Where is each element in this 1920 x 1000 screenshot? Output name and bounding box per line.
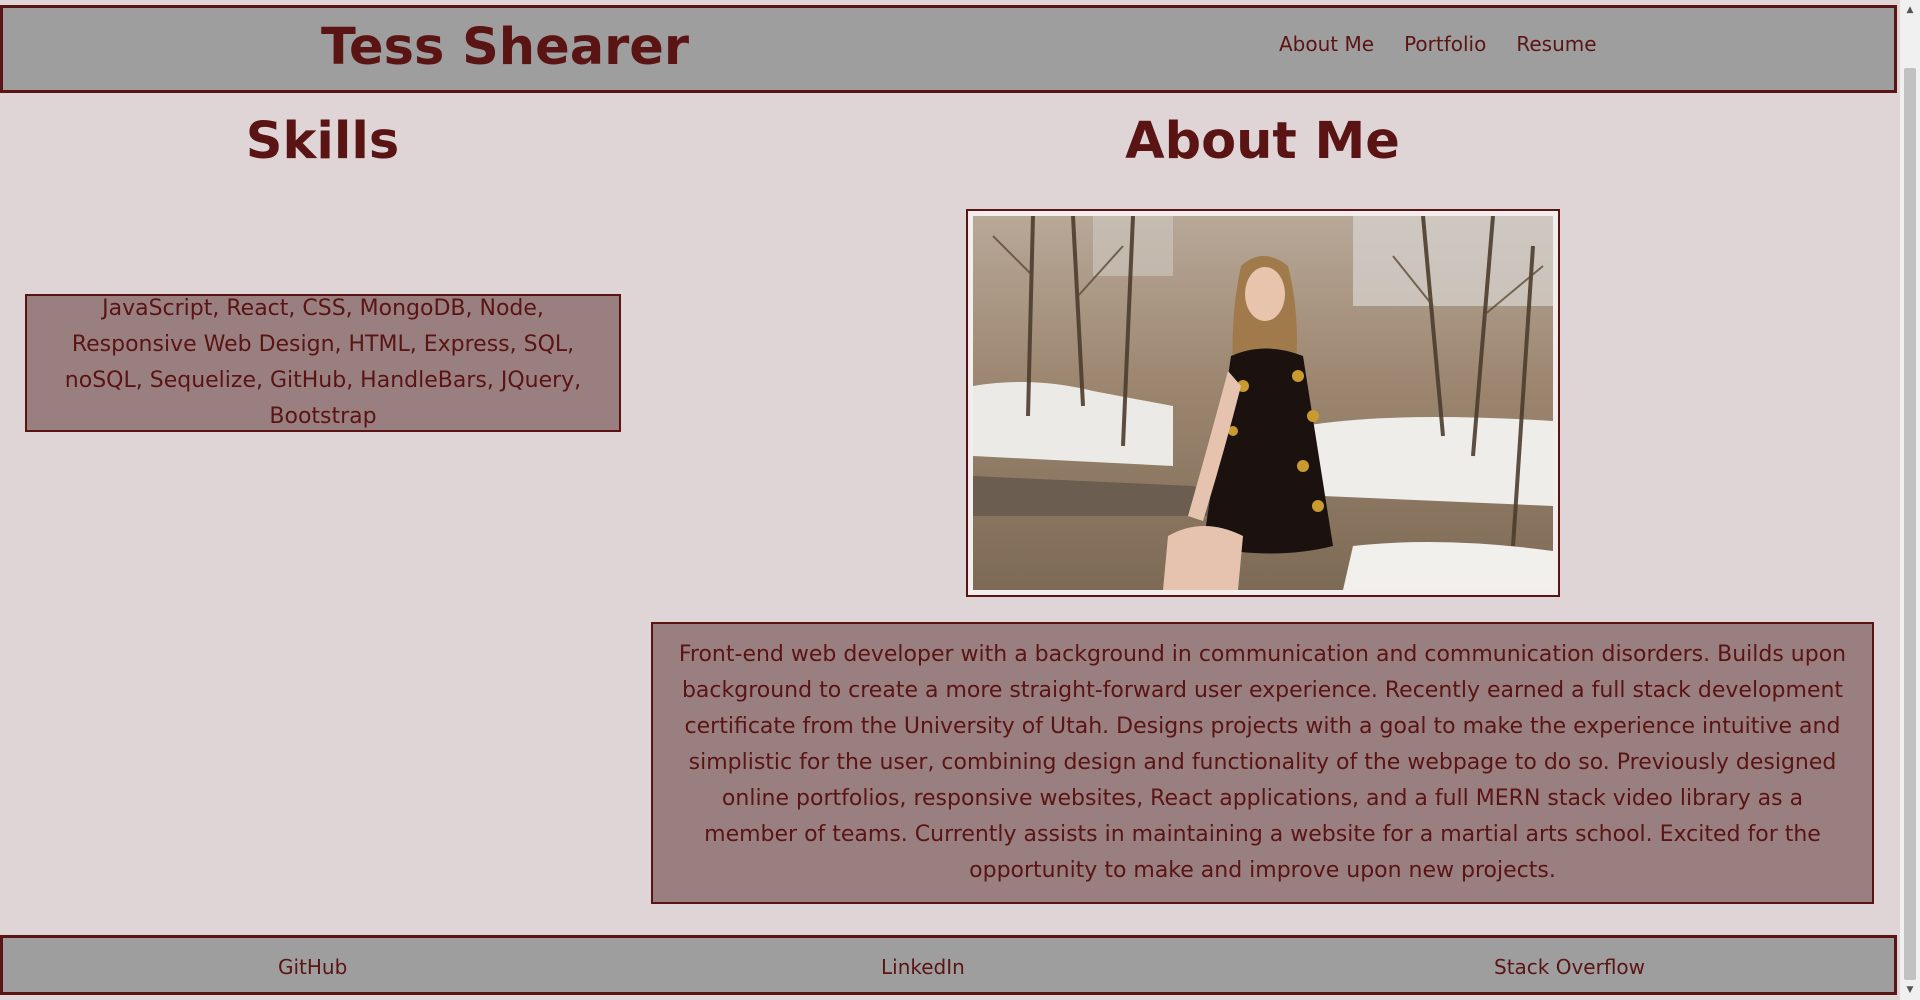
bio-box: Front-end web developer with a backgroun… bbox=[651, 622, 1874, 904]
skills-text: JavaScript, React, CSS, MongoDB, Node, R… bbox=[64, 296, 582, 429]
bio-text: Front-end web developer with a backgroun… bbox=[678, 642, 1847, 883]
nav-portfolio-link[interactable]: Portfolio bbox=[1404, 32, 1486, 56]
scroll-down-arrow-icon[interactable]: ▼ bbox=[1900, 982, 1920, 998]
footer-linkedin-link[interactable]: LinkedIn bbox=[881, 955, 965, 979]
profile-photo bbox=[973, 216, 1553, 590]
site-header: Tess Shearer About Me Portfolio Resume bbox=[0, 5, 1897, 93]
scroll-up-arrow-icon[interactable]: ▲ bbox=[1900, 2, 1920, 18]
nav-resume-link[interactable]: Resume bbox=[1516, 32, 1596, 56]
site-footer: GitHub LinkedIn Stack Overflow bbox=[0, 935, 1897, 995]
skills-heading: Skills bbox=[245, 112, 400, 171]
footer-stack-overflow-link[interactable]: Stack Overflow bbox=[1494, 955, 1645, 979]
nav-about-me-link[interactable]: About Me bbox=[1279, 32, 1374, 56]
page: Tess Shearer About Me Portfolio Resume S… bbox=[0, 0, 1920, 1000]
about-heading: About Me bbox=[1125, 112, 1400, 171]
profile-photo-frame bbox=[966, 209, 1560, 597]
skills-box: JavaScript, React, CSS, MongoDB, Node, R… bbox=[25, 294, 621, 432]
main-nav: About Me Portfolio Resume bbox=[1279, 32, 1597, 56]
vertical-scrollbar[interactable]: ▲ ▼ bbox=[1900, 0, 1920, 1000]
scroll-thumb[interactable] bbox=[1904, 68, 1916, 980]
footer-github-link[interactable]: GitHub bbox=[278, 955, 347, 979]
site-title: Tess Shearer bbox=[321, 18, 690, 77]
